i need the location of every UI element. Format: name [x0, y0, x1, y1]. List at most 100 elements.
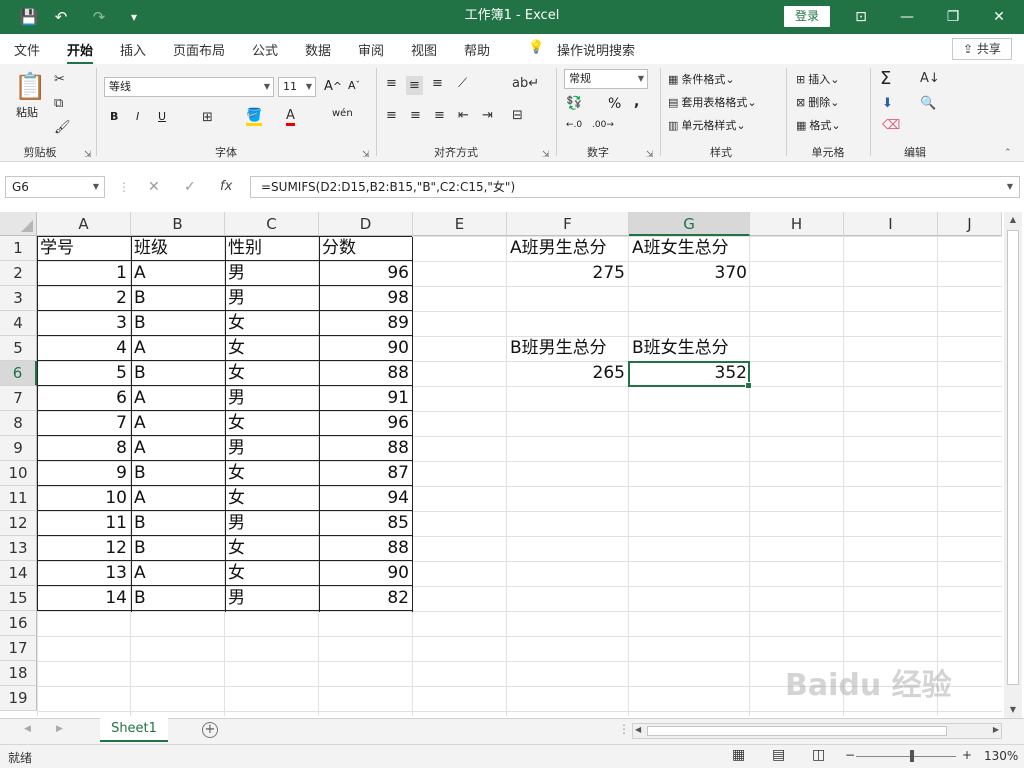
row-header-6[interactable]: 6	[0, 361, 37, 386]
clipboard-launcher-icon[interactable]: ⇲	[84, 150, 92, 160]
cell-a13[interactable]: 12	[37, 536, 130, 561]
orientation-icon[interactable]: ⟋	[458, 76, 467, 91]
worksheet-grid[interactable]: 学号 班级 性别 分数 1 A 男 96 2 B 男 98 3 B 女 89 4 A 女 90 5 B 女 88 6 A 男…	[37, 236, 1002, 716]
zoom-in-button[interactable]: +	[962, 748, 972, 762]
align-center-icon[interactable]: ≡	[410, 108, 421, 123]
cell-a15[interactable]: 14	[37, 586, 130, 611]
ribbon-display-options-icon[interactable]: ⊡	[838, 0, 884, 34]
formula-bar-splitter[interactable]: ⋮	[118, 176, 130, 198]
column-header-a[interactable]: A	[37, 212, 131, 236]
enter-icon[interactable]: ✓	[184, 176, 196, 198]
autosum-icon[interactable]: Σ	[880, 68, 891, 89]
cell-b7[interactable]: A	[131, 386, 224, 411]
row-header-5[interactable]: 5	[0, 336, 37, 361]
cell-b10[interactable]: B	[131, 461, 224, 486]
share-button[interactable]: ⇪ 共享	[952, 38, 1012, 60]
cell-a7[interactable]: 6	[37, 386, 130, 411]
row-header-14[interactable]: 14	[0, 561, 37, 586]
cell-c13[interactable]: 女	[225, 536, 318, 561]
save-icon[interactable]: 💾	[14, 0, 44, 34]
cell-b11[interactable]: A	[131, 486, 224, 511]
comma-style-button[interactable]: ,	[634, 94, 639, 110]
bold-button[interactable]: B	[110, 110, 118, 123]
minimize-icon[interactable]: —	[884, 0, 930, 34]
cell-c12[interactable]: 男	[225, 511, 318, 536]
row-header-11[interactable]: 11	[0, 486, 37, 511]
cell-a3[interactable]: 2	[37, 286, 130, 311]
wrap-text-icon[interactable]: ab↵	[512, 76, 539, 91]
cell-b9[interactable]: A	[131, 436, 224, 461]
percent-style-button[interactable]: %	[608, 96, 621, 112]
horizontal-scrollbar[interactable]: ◀ ▶	[632, 723, 1002, 739]
cell-c5[interactable]: 女	[225, 336, 318, 361]
cell-d13[interactable]: 88	[319, 536, 412, 561]
font-size-combo[interactable]: 11 ▼	[278, 77, 316, 97]
zoom-level[interactable]: 130%	[984, 749, 1018, 763]
row-header-7[interactable]: 7	[0, 386, 37, 411]
accounting-format-icon[interactable]: 💱	[566, 96, 582, 111]
normal-view-icon[interactable]: ▦	[732, 747, 745, 763]
scroll-left-icon[interactable]: ◀	[635, 725, 641, 734]
cell-c15[interactable]: 男	[225, 586, 318, 611]
cell-d3[interactable]: 98	[319, 286, 412, 311]
cell-d6[interactable]: 88	[319, 361, 412, 386]
zoom-out-button[interactable]: −	[845, 748, 855, 762]
tab-help[interactable]: 帮助	[464, 40, 490, 59]
borders-icon[interactable]: ⊞	[202, 110, 213, 125]
cell-b3[interactable]: B	[131, 286, 224, 311]
zoom-slider-thumb[interactable]	[910, 750, 914, 762]
row-header-15[interactable]: 15	[0, 586, 37, 611]
column-header-j[interactable]: J	[938, 212, 1002, 236]
cell-a14[interactable]: 13	[37, 561, 130, 586]
row-header-12[interactable]: 12	[0, 511, 37, 536]
italic-button[interactable]: I	[136, 110, 139, 123]
tab-view[interactable]: 视图	[411, 40, 437, 59]
row-header-13[interactable]: 13	[0, 536, 37, 561]
cell-b4[interactable]: B	[131, 311, 224, 336]
collapse-ribbon-icon[interactable]: ⌃	[1004, 148, 1012, 158]
tab-page-layout[interactable]: 页面布局	[173, 40, 225, 59]
vertical-scrollbar[interactable]: ▲ ▼	[1004, 212, 1022, 718]
cell-b2[interactable]: A	[131, 261, 224, 286]
cell-d12[interactable]: 85	[319, 511, 412, 536]
cell-c6[interactable]: 女	[225, 361, 318, 386]
align-bottom-icon[interactable]: ≡	[432, 76, 443, 91]
row-header-4[interactable]: 4	[0, 311, 37, 336]
add-sheet-button[interactable]: +	[202, 722, 218, 738]
cell-a12[interactable]: 11	[37, 511, 130, 536]
cut-icon[interactable]: ✂	[54, 72, 65, 87]
cell-d4[interactable]: 89	[319, 311, 412, 336]
cell-a9[interactable]: 8	[37, 436, 130, 461]
paste-label[interactable]: 粘贴	[16, 104, 38, 120]
cell-styles-button[interactable]: ▥ 单元格样式 ⌄	[668, 117, 746, 133]
delete-cells-button[interactable]: ⊠ 删除 ⌄	[796, 94, 839, 110]
align-left-icon[interactable]: ≡	[386, 108, 397, 123]
cell-d10[interactable]: 87	[319, 461, 412, 486]
cell-a6[interactable]: 5	[37, 361, 130, 386]
cell-c7[interactable]: 男	[225, 386, 318, 411]
restore-icon[interactable]: ❐	[930, 0, 976, 34]
cell-d7[interactable]: 91	[319, 386, 412, 411]
sheet-tab-sheet1[interactable]: Sheet1	[100, 718, 168, 742]
copy-icon[interactable]: ⧉	[54, 96, 63, 111]
select-all-button[interactable]	[0, 212, 37, 236]
cell-d14[interactable]: 90	[319, 561, 412, 586]
cell-d2[interactable]: 96	[319, 261, 412, 286]
cell-d8[interactable]: 96	[319, 411, 412, 436]
sort-filter-icon[interactable]: A↓	[920, 71, 940, 86]
undo-icon[interactable]: ↶	[46, 0, 76, 34]
cell-b6[interactable]: B	[131, 361, 224, 386]
alignment-launcher-icon[interactable]: ⇲	[542, 150, 550, 160]
cell-c10[interactable]: 女	[225, 461, 318, 486]
horizontal-scroll-thumb[interactable]	[647, 726, 947, 736]
fill-icon[interactable]: ⬇	[882, 96, 893, 111]
increase-font-icon[interactable]: A ^	[324, 79, 342, 94]
column-header-c[interactable]: C	[225, 212, 319, 236]
redo-icon[interactable]: ↷	[84, 0, 114, 34]
cell-f6[interactable]: 265	[507, 361, 628, 386]
customize-quick-access-icon[interactable]: ▾	[122, 0, 146, 34]
cell-b12[interactable]: B	[131, 511, 224, 536]
scroll-tabs-left-icon[interactable]: ◀	[24, 724, 31, 734]
login-button[interactable]: 登录	[784, 6, 830, 27]
cell-a4[interactable]: 3	[37, 311, 130, 336]
